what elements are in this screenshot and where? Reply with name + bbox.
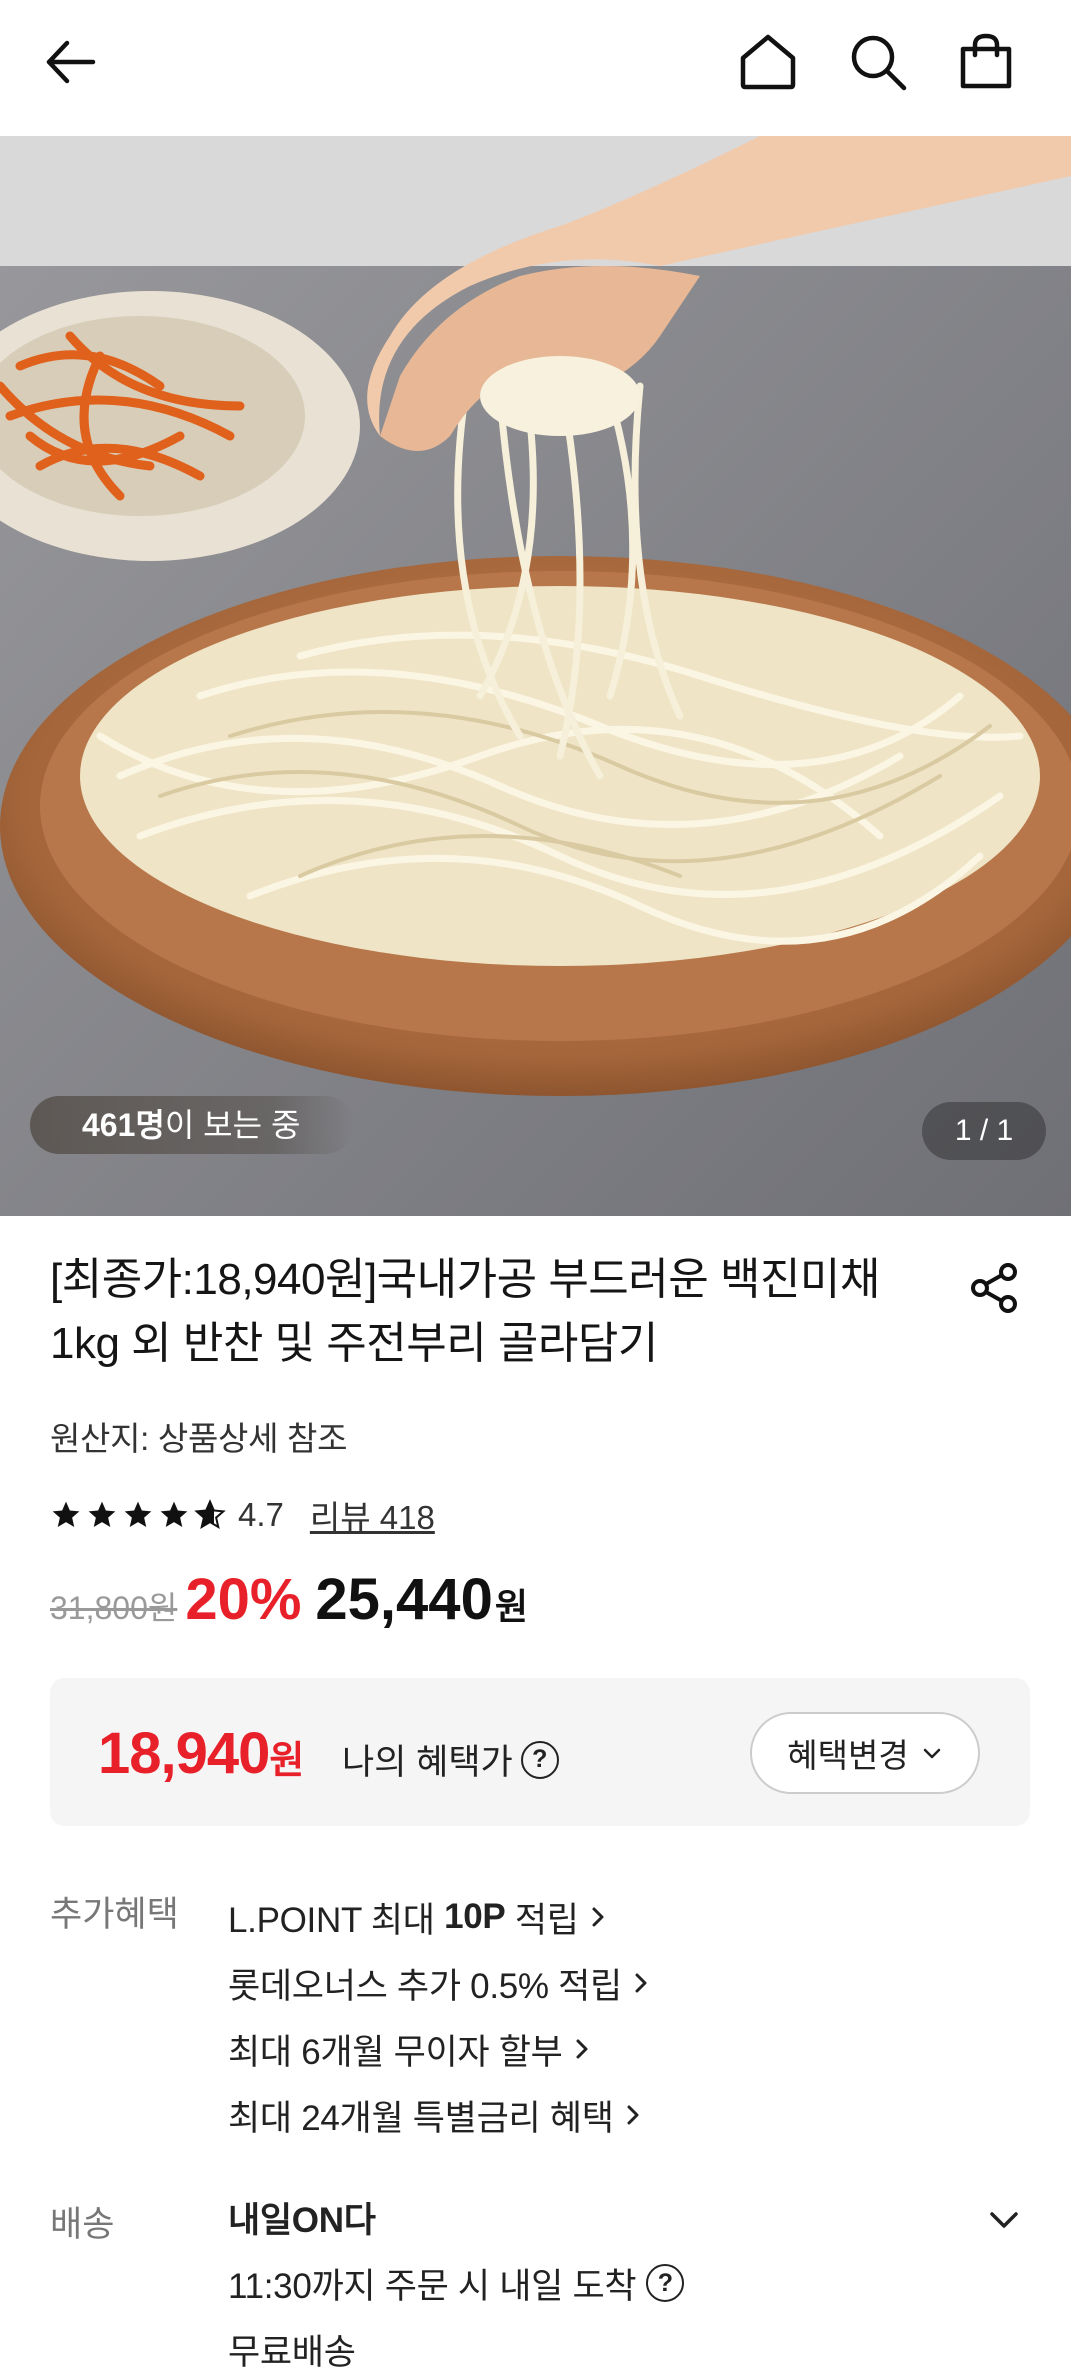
my-benefit-price-box: 18,940원 나의 혜택가 ? 혜택변경 — [50, 1678, 1030, 1826]
delivery-name: 내일ON다 — [228, 2184, 684, 2250]
cart-bag-icon[interactable] — [950, 26, 1022, 98]
delivery-label: 배송 — [50, 2205, 115, 2244]
rating-stars — [50, 1499, 226, 1531]
chevron-down-icon — [990, 2212, 1018, 2228]
benefit-item-text: 최대 6개월 무이자 할부 — [228, 2032, 563, 2072]
home-icon[interactable] — [732, 26, 804, 98]
benefit-item-lpoint[interactable]: L.POINT 최대 10P 적립 — [228, 1884, 652, 1950]
back-arrow-icon[interactable] — [34, 26, 106, 98]
chevron-right-icon — [622, 2101, 644, 2129]
chevron-right-icon — [571, 2035, 593, 2063]
product-title: [최종가:18,940원]국내가공 부드러운 백진미채 1kg 외 반찬 및 주… — [50, 1255, 880, 1368]
top-app-bar — [0, 0, 1071, 136]
benefit-item-text: 최대 24개월 특별금리 혜택 — [228, 2098, 614, 2138]
change-benefit-label: 혜택변경 — [787, 1737, 909, 1774]
benefit-price-unit: 원 — [269, 1740, 304, 1782]
discount-rate: 20% — [185, 1567, 302, 1632]
image-page-indicator: 1 / 1 — [922, 1102, 1046, 1160]
extra-benefits-list: L.POINT 최대 10P 적립 롯데오너스 추가 0.5% 적립 최대 6개… — [228, 1884, 652, 2148]
chevron-right-icon — [587, 1903, 609, 1931]
review-count-link[interactable]: 리뷰 418 — [310, 1491, 435, 1539]
star-icon — [52, 1501, 80, 1527]
delivery-eta-text: 11:30까지 주문 시 내일 도착 — [228, 2266, 637, 2306]
help-icon[interactable]: ? — [646, 2264, 685, 2302]
chevron-down-icon — [923, 1748, 940, 1759]
rating-row: 4.7 리뷰 418 — [50, 1490, 435, 1540]
benefit-item-text: 롯데오너스 추가 0.5% 적립 — [228, 1966, 622, 2006]
sale-price-unit: 원 — [494, 1586, 528, 1627]
star-icon — [160, 1501, 188, 1527]
benefit-label: 나의 혜택가 ? — [342, 1734, 559, 1785]
star-icon — [88, 1501, 116, 1527]
benefit-item-installment[interactable]: 최대 6개월 무이자 할부 — [228, 2016, 652, 2082]
extra-benefits-label: 추가혜택 — [50, 1895, 179, 1934]
delivery-name-text: 내일ON다 — [228, 2200, 376, 2240]
price-row: 31,800원 20% 25,440 원 — [50, 1566, 528, 1640]
search-icon[interactable] — [842, 26, 914, 98]
star-icon — [124, 1501, 152, 1527]
delivery-expand-toggle[interactable] — [980, 2196, 1028, 2244]
original-price: 31,800원 — [50, 1590, 178, 1626]
benefit-price: 18,940원 — [98, 1720, 304, 1787]
star-half-icon — [194, 1499, 226, 1530]
benefit-price-amount: 18,940 — [98, 1721, 270, 1786]
change-benefit-button[interactable]: 혜택변경 — [750, 1712, 980, 1794]
delivery-fee: 무료배송 — [228, 2332, 356, 2372]
benefit-item-bold: 10P — [444, 1897, 506, 1936]
benefit-item-text: L.POINT 최대 — [228, 1900, 445, 1940]
viewer-count-badge: 461명이 보는 중 — [30, 1096, 355, 1154]
benefit-item-special-rate[interactable]: 최대 24개월 특별금리 혜택 — [228, 2082, 652, 2148]
benefit-item-lotte-owners[interactable]: 롯데오너스 추가 0.5% 적립 — [228, 1950, 652, 2016]
share-icon[interactable] — [958, 1252, 1030, 1324]
chevron-right-icon — [630, 1969, 652, 1997]
viewer-count: 461명 — [82, 1107, 165, 1143]
product-photo — [0, 136, 1071, 1216]
viewer-suffix: 이 보는 중 — [164, 1107, 301, 1143]
origin-info: 원산지: 상품상세 참조 — [50, 1420, 348, 1457]
help-icon[interactable]: ? — [520, 1740, 559, 1779]
product-image-carousel[interactable]: 461명이 보는 중 1 / 1 — [0, 136, 1071, 1216]
sale-price: 25,440 — [315, 1567, 493, 1632]
benefit-item-text-post: 적립 — [505, 1900, 579, 1940]
delivery-info: 내일ON다 11:30까지 주문 시 내일 도착 ? 무료배송 — [228, 2184, 685, 2380]
benefit-label-text: 나의 혜택가 — [342, 1743, 513, 1782]
delivery-eta: 11:30까지 주문 시 내일 도착 ? — [228, 2250, 685, 2316]
rating-value: 4.7 — [238, 1496, 284, 1533]
